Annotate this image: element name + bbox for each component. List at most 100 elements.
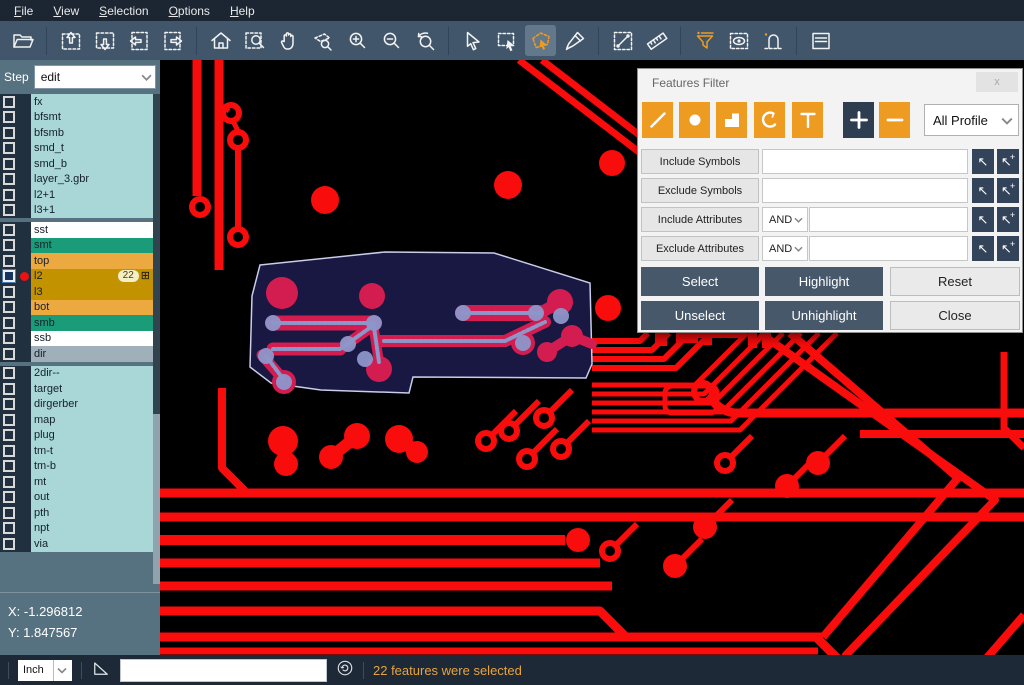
layer-checkbox[interactable]	[0, 284, 17, 300]
feature-type-pad-button[interactable]	[679, 102, 710, 138]
layer-row[interactable]: top	[0, 253, 160, 269]
layer-row[interactable]: l2 22 ⊞	[0, 269, 160, 285]
layer-row[interactable]: smd_b	[0, 156, 160, 172]
pick-arrow-add-button[interactable]: ↖+	[997, 207, 1019, 232]
feature-type-surface-button[interactable]	[716, 102, 747, 138]
view-visibility-icon[interactable]	[723, 25, 754, 56]
select-button[interactable]: Select	[641, 267, 759, 296]
snap-icon[interactable]	[757, 25, 788, 56]
measure-distance-icon[interactable]	[607, 25, 638, 56]
home-view-icon[interactable]	[205, 25, 236, 56]
layer-checkbox[interactable]	[0, 536, 17, 552]
layer-checkbox[interactable]	[0, 141, 17, 157]
layer-row[interactable]: pth	[0, 505, 160, 521]
layer-row[interactable]: l3+1	[0, 203, 160, 219]
open-folder-icon[interactable]	[7, 25, 38, 56]
pick-arrow-button[interactable]: ↖	[972, 207, 994, 232]
menu-file[interactable]: File	[4, 2, 43, 20]
zoom-in-icon[interactable]	[341, 25, 372, 56]
feature-type-arc-button[interactable]	[754, 102, 785, 138]
angle-measure-icon[interactable]	[91, 658, 111, 683]
zoom-area-icon[interactable]	[239, 25, 270, 56]
feature-type-line-button[interactable]	[642, 102, 673, 138]
select-cursor-icon[interactable]	[457, 25, 488, 56]
features-filter-icon[interactable]	[689, 25, 720, 56]
layer-checkbox[interactable]	[0, 474, 17, 490]
layers-panel-icon[interactable]	[805, 25, 836, 56]
pick-arrow-add-button[interactable]: ↖+	[997, 236, 1019, 261]
layer-row[interactable]: l3	[0, 284, 160, 300]
pick-arrow-button[interactable]: ↖	[972, 149, 994, 174]
layer-row[interactable]: bfsmt	[0, 110, 160, 126]
layer-row[interactable]: tm-b	[0, 459, 160, 475]
sync-icon[interactable]	[336, 659, 354, 682]
layer-row[interactable]: out	[0, 490, 160, 506]
include-symbols-input[interactable]	[762, 149, 968, 174]
layer-row[interactable]: bfsmb	[0, 125, 160, 141]
layer-checkbox[interactable]	[0, 346, 17, 362]
layer-row[interactable]: dir	[0, 346, 160, 362]
pan-down-icon[interactable]	[89, 25, 120, 56]
layer-checkbox[interactable]	[0, 269, 17, 285]
layer-row[interactable]: npt	[0, 521, 160, 537]
layer-checkbox[interactable]	[0, 300, 17, 316]
include-symbols-button[interactable]: Include Symbols	[641, 149, 759, 174]
layer-checkbox[interactable]	[0, 125, 17, 141]
exclude-attributes-button[interactable]: Exclude Attributes	[641, 236, 759, 261]
menu-selection[interactable]: Selection	[89, 2, 158, 20]
include-attributes-operator-select[interactable]: AND	[762, 207, 808, 232]
layer-checkbox[interactable]	[0, 521, 17, 537]
menu-help[interactable]: Help	[220, 2, 265, 20]
pan-up-icon[interactable]	[55, 25, 86, 56]
layer-checkbox[interactable]	[0, 315, 17, 331]
exclude-symbols-button[interactable]: Exclude Symbols	[641, 178, 759, 203]
menu-view[interactable]: View	[43, 2, 89, 20]
zoom-object-icon[interactable]	[307, 25, 338, 56]
units-select[interactable]: Inch	[18, 660, 72, 681]
mode-add-button[interactable]	[843, 102, 874, 138]
layer-checkbox[interactable]	[0, 381, 17, 397]
include-attributes-input[interactable]	[809, 207, 968, 232]
layer-row[interactable]: 2dir--	[0, 366, 160, 382]
layer-checkbox[interactable]	[0, 187, 17, 203]
layer-checkbox[interactable]	[0, 203, 17, 219]
layer-row[interactable]: plug	[0, 428, 160, 444]
unhighlight-button[interactable]: Unhighlight	[765, 301, 883, 330]
pick-arrow-button[interactable]: ↖	[972, 236, 994, 261]
exclude-symbols-input[interactable]	[762, 178, 968, 203]
layer-row[interactable]: target	[0, 381, 160, 397]
layer-row[interactable]: fx	[0, 94, 160, 110]
exclude-attributes-operator-select[interactable]: AND	[762, 236, 808, 261]
layer-checkbox[interactable]	[0, 238, 17, 254]
close-icon[interactable]: x	[976, 72, 1018, 92]
layer-checkbox[interactable]	[0, 331, 17, 347]
layer-checkbox[interactable]	[0, 156, 17, 172]
mode-remove-button[interactable]	[879, 102, 910, 138]
layer-checkbox[interactable]	[0, 397, 17, 413]
zoom-out-icon[interactable]	[375, 25, 406, 56]
layer-checkbox[interactable]	[0, 253, 17, 269]
layer-row[interactable]: mt	[0, 474, 160, 490]
layer-checkbox[interactable]	[0, 366, 17, 382]
scrollbar-thumb[interactable]	[153, 414, 160, 584]
layer-row[interactable]: bot	[0, 300, 160, 316]
step-select[interactable]: edit	[34, 65, 156, 89]
layer-checkbox[interactable]	[0, 505, 17, 521]
layer-row[interactable]: layer_3.gbr	[0, 172, 160, 188]
layer-row[interactable]: dirgerber	[0, 397, 160, 413]
select-rectangle-icon[interactable]	[491, 25, 522, 56]
menu-options[interactable]: Options	[159, 2, 220, 20]
layer-row[interactable]: via	[0, 536, 160, 552]
pan-hand-icon[interactable]	[273, 25, 304, 56]
include-attributes-button[interactable]: Include Attributes	[641, 207, 759, 232]
layer-checkbox[interactable]	[0, 222, 17, 238]
layer-row[interactable]: smd_t	[0, 141, 160, 157]
layer-row[interactable]: smt	[0, 238, 160, 254]
select-brush-icon[interactable]	[559, 25, 590, 56]
layer-checkbox[interactable]	[0, 110, 17, 126]
layer-checkbox[interactable]	[0, 94, 17, 110]
pick-arrow-button[interactable]: ↖	[972, 178, 994, 203]
sidebar-scrollbar[interactable]	[153, 94, 160, 552]
close-button[interactable]: Close	[890, 301, 1020, 330]
profile-select[interactable]: All Profile	[924, 104, 1019, 136]
